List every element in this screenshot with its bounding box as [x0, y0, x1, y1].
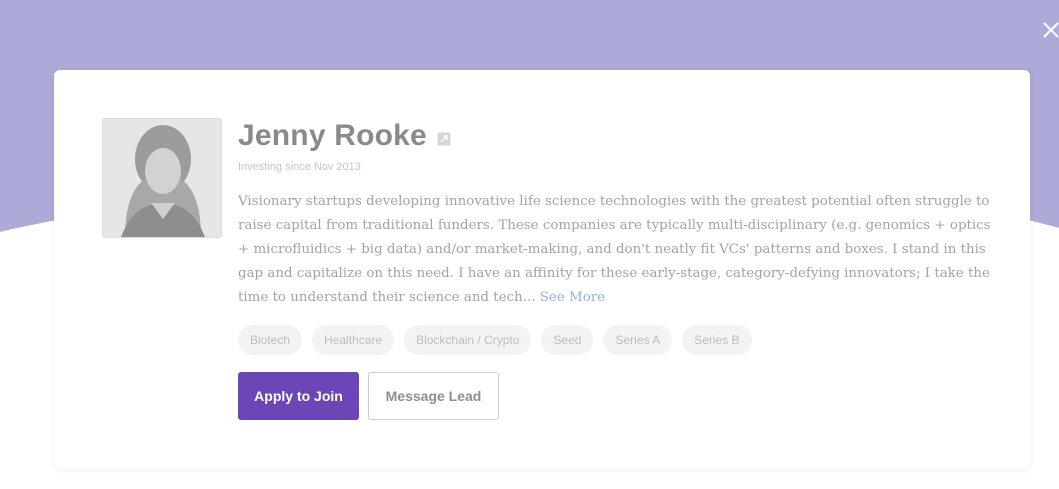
profile-photo	[103, 119, 221, 237]
see-more-link[interactable]: See More	[540, 290, 605, 305]
investing-since: Investing since Nov 2013	[238, 161, 361, 173]
tag-biotech: Biotech	[238, 325, 303, 355]
bio-text: Visionary startups developing innovative…	[238, 194, 991, 305]
tag-series-a: Series A	[603, 325, 673, 355]
avatar	[102, 118, 222, 238]
profile-bio: Visionary startups developing innovative…	[238, 190, 998, 310]
profile-content: Jenny Rooke Investing since Nov 2013 Vis…	[238, 118, 998, 420]
tag-seed: Seed	[541, 325, 594, 355]
tag-blockchain-crypto: Blockchain / Crypto	[404, 325, 532, 355]
tag-list: Biotech Healthcare Blockchain / Crypto S…	[238, 325, 998, 355]
message-lead-button[interactable]: Message Lead	[368, 372, 499, 420]
tag-series-b: Series B	[682, 325, 752, 355]
profile-name: Jenny Rooke	[238, 119, 427, 152]
close-button[interactable]	[1041, 18, 1059, 42]
apply-to-join-button[interactable]: Apply to Join	[238, 372, 359, 420]
tag-healthcare: Healthcare	[312, 325, 395, 355]
external-link-icon[interactable]	[437, 132, 451, 146]
name-row: Jenny Rooke	[238, 118, 998, 154]
profile-card: Jenny Rooke Investing since Nov 2013 Vis…	[54, 70, 1030, 469]
action-buttons: Apply to Join Message Lead	[238, 372, 998, 420]
close-icon	[1043, 22, 1059, 38]
